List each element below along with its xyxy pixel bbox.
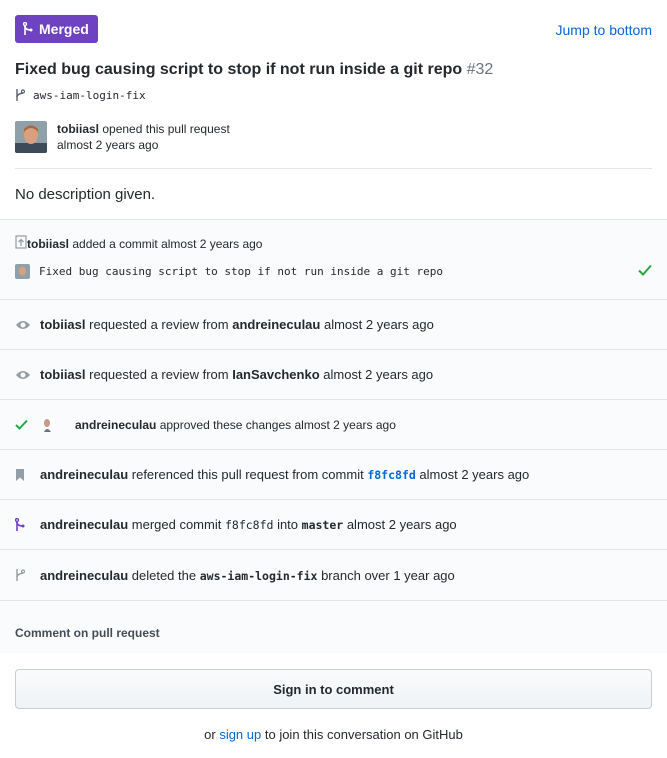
commit-push-icon	[15, 235, 27, 252]
pr-title: Fixed bug causing script to stop if not …	[15, 59, 652, 81]
opener-time[interactable]: almost 2 years ago	[57, 137, 230, 153]
reviewer-username[interactable]: IanSavchenko	[232, 367, 319, 382]
merge-commit-sha[interactable]: f8fc8fd	[225, 518, 273, 532]
branch-info: aws-iam-login-fix	[15, 88, 652, 102]
timeline-review-request: tobiiasl requested a review from andrein…	[0, 300, 667, 350]
check-icon	[638, 264, 652, 279]
delete-action: deleted the	[131, 567, 197, 583]
merger-username[interactable]: andreineculau	[40, 517, 128, 532]
merge-icon	[15, 517, 32, 532]
reviewer-username[interactable]: andreineculau	[232, 317, 320, 332]
requester-username[interactable]: tobiiasl	[40, 367, 86, 382]
pr-number: #32	[466, 61, 494, 78]
merge-into: into	[277, 517, 299, 532]
pr-title-text: Fixed bug causing script to stop if not …	[15, 61, 463, 78]
timeline-review-request: tobiiasl requested a review from IanSavc…	[0, 350, 667, 400]
merge-time[interactable]: almost 2 years ago	[347, 517, 457, 532]
merged-state-badge: Merged	[15, 15, 98, 43]
eye-icon	[15, 369, 32, 381]
deleter-username[interactable]: andreineculau	[40, 568, 128, 583]
review-action: requested a review from	[89, 317, 229, 332]
opener-action: opened this pull request	[102, 122, 230, 136]
avatar[interactable]	[40, 417, 55, 432]
requester-username[interactable]: tobiiasl	[40, 317, 86, 332]
commit-sha-link[interactable]: f8fc8fd	[367, 468, 415, 482]
opener-username[interactable]: tobiiasl	[57, 122, 99, 136]
bookmark-icon	[15, 468, 32, 482]
pr-opener: tobiiasl opened this pull request almost…	[15, 121, 652, 169]
timeline-approval: andreineculau approved these changes alm…	[0, 400, 667, 450]
branch-icon	[16, 89, 25, 101]
timeline: tobiiasl added a commit almost 2 years a…	[0, 220, 667, 653]
join-suffix: to join this conversation on GitHub	[264, 727, 463, 742]
branch-name[interactable]: aws-iam-login-fix	[33, 89, 146, 102]
state-label: Merged	[39, 21, 89, 37]
jump-to-bottom-link[interactable]: Jump to bottom	[556, 22, 653, 38]
reference-time[interactable]: almost 2 years ago	[419, 467, 529, 482]
reference-username[interactable]: andreineculau	[40, 467, 128, 482]
review-time[interactable]: almost 2 years ago	[324, 317, 434, 332]
opener-text: tobiiasl opened this pull request almost…	[57, 121, 230, 153]
timeline-delete-branch: andreineculau deleted the aws-iam-login-…	[0, 550, 667, 601]
eye-icon	[15, 319, 32, 331]
approver-username[interactable]: andreineculau	[75, 418, 156, 432]
deleted-branch-name[interactable]: aws-iam-login-fix	[200, 569, 318, 583]
commit-action: added a commit	[72, 236, 158, 251]
join-prefix: or	[204, 727, 216, 742]
sign-up-link[interactable]: sign up	[219, 727, 261, 742]
merge-icon	[23, 22, 33, 35]
pr-description: No description given.	[0, 169, 667, 220]
avatar[interactable]	[15, 121, 47, 153]
approval-time[interactable]: almost 2 years ago	[294, 418, 395, 432]
delete-time[interactable]: over 1 year ago	[364, 568, 454, 583]
timeline-commit-event: tobiiasl added a commit almost 2 years a…	[0, 220, 667, 300]
sign-in-to-comment-button[interactable]: Sign in to comment	[15, 669, 652, 709]
check-icon	[15, 419, 32, 430]
review-time[interactable]: almost 2 years ago	[323, 367, 433, 382]
timeline-merge: andreineculau merged commit f8fc8fd into…	[0, 500, 667, 550]
timeline-reference: andreineculau referenced this pull reque…	[0, 450, 667, 500]
commit-author[interactable]: tobiiasl	[27, 237, 69, 251]
reference-action: referenced this pull request from commit	[131, 467, 364, 482]
approval-action: approved these changes	[159, 417, 292, 432]
merge-action: merged commit	[131, 517, 222, 532]
target-branch[interactable]: master	[302, 518, 344, 532]
commit-time[interactable]: almost 2 years ago	[161, 237, 262, 251]
branch-icon	[15, 568, 32, 582]
pr-header: Merged Jump to bottom Fixed bug causing …	[0, 0, 667, 169]
avatar[interactable]	[15, 264, 30, 279]
delete-suffix: branch	[321, 567, 361, 583]
comment-section: Sign in to comment or sign up to join th…	[0, 653, 667, 742]
join-conversation-text: or sign up to join this conversation on …	[15, 727, 652, 742]
commit-message[interactable]: Fixed bug causing script to stop if not …	[39, 265, 443, 278]
comment-heading: Comment on pull request	[15, 626, 160, 640]
review-action: requested a review from	[89, 367, 229, 382]
